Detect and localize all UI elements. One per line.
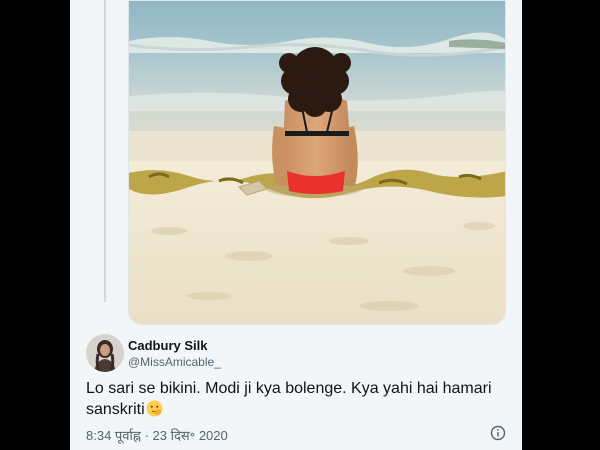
avatar-portrait-image [86,334,124,372]
beach-photo-illustration [129,1,505,324]
author-name[interactable]: Cadbury Silk [128,338,207,353]
tweet-timestamp[interactable]: 8:34 पूर्वाह्न · 23 दिस॰ 2020 [86,426,228,444]
timestamp-separator: · [140,428,153,443]
tweet-card: Cadbury Silk @MissAmicable_ Lo sari se b… [70,0,522,450]
emoji-icon [146,400,163,417]
tweet-date[interactable]: 23 दिस॰ 2020 [153,428,228,443]
tweet-photo[interactable] [128,0,506,325]
info-icon[interactable] [490,425,506,441]
author-handle[interactable]: @MissAmicable_ [128,355,221,369]
tweet-time[interactable]: 8:34 पूर्वाह्न [86,428,141,443]
author-avatar[interactable] [86,334,124,372]
thread-connector-line [104,0,106,302]
tweet-text: Lo sari se bikini. Modi ji kya bolenge. … [86,378,506,420]
